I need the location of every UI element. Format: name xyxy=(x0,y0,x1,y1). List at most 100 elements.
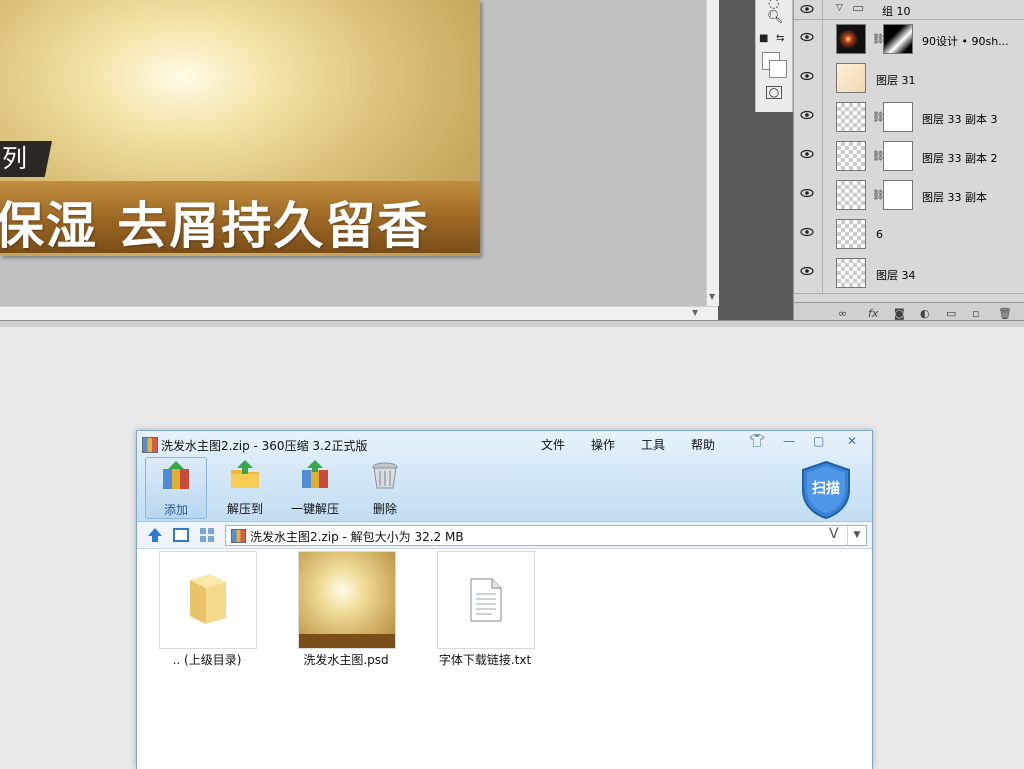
up-arrow-icon[interactable] xyxy=(147,527,163,543)
layer-thumbnail xyxy=(836,219,866,249)
eye-icon[interactable] xyxy=(800,188,814,198)
vertical-scrollbar[interactable]: ▼ xyxy=(706,0,719,306)
eye-icon[interactable] xyxy=(800,266,814,276)
address-field[interactable]: 洗发水主图2.zip - 解包大小为 32.2 MB V ▼ xyxy=(225,525,867,546)
folder-icon xyxy=(190,574,226,624)
delete-icon xyxy=(372,462,398,489)
layer-thumbnail xyxy=(836,180,866,210)
layer-thumbnail xyxy=(836,24,866,54)
scroll-right-icon[interactable]: ▼ xyxy=(692,308,698,317)
address-suffix: V xyxy=(829,526,839,542)
trash-icon[interactable]: 🗑︎ xyxy=(998,307,1012,320)
layer-thumbnail xyxy=(836,102,866,132)
one-click-extract-icon xyxy=(302,460,328,488)
expand-triangle-icon[interactable]: ▽ xyxy=(836,3,843,13)
layer-row[interactable]: 图层 31 xyxy=(794,59,1024,99)
mask-thumbnail[interactable] xyxy=(883,102,913,132)
file-name: .. (上级目录) xyxy=(172,653,242,667)
address-bar: 洗发水主图2.zip - 解包大小为 32.2 MB V ▼ xyxy=(137,522,872,549)
eye-icon[interactable] xyxy=(800,71,814,81)
psd-thumbnail xyxy=(298,551,396,649)
layer-row[interactable]: ⛓ 图层 33 副本 3 xyxy=(794,98,1024,138)
one-click-extract-button[interactable]: 一键解压 xyxy=(285,457,345,517)
layer-name: 图层 33 副本 2 xyxy=(922,152,998,165)
mask-thumbnail[interactable] xyxy=(883,141,913,171)
zoom-icon[interactable]: 🔍︎ xyxy=(767,10,784,25)
layer-thumbnail xyxy=(836,258,866,288)
ps-bottom-border xyxy=(0,320,1024,327)
layer-name: 组 10 xyxy=(882,5,911,18)
eye-icon[interactable] xyxy=(800,32,814,42)
scroll-down-icon[interactable]: ▼ xyxy=(709,292,715,301)
fx-icon[interactable]: fx xyxy=(868,307,878,320)
mask-icon[interactable]: ◙ xyxy=(894,307,905,320)
canvas-tag: 列 xyxy=(0,141,52,177)
menu-tools[interactable]: 工具 xyxy=(641,436,665,453)
canvas-slogan: 保湿 去屑持久留香 xyxy=(0,197,430,255)
mask-thumbnail[interactable] xyxy=(883,180,913,210)
horizontal-scrollbar[interactable]: ▼ xyxy=(0,306,718,321)
layer-name: 90设计 • 90sh... xyxy=(922,35,1009,48)
layer-row[interactable]: ⛓ 图层 33 副本 xyxy=(794,176,1024,216)
scan-label: 扫描 xyxy=(812,481,840,497)
layer-name: 图层 33 副本 3 xyxy=(922,113,998,126)
new-layer-icon[interactable]: ▫ xyxy=(972,307,979,320)
layer-row[interactable]: ⛓ 90设计 • 90sh... xyxy=(794,20,1024,60)
extract-to-icon xyxy=(231,460,259,488)
eye-icon[interactable] xyxy=(800,4,814,14)
delete-button[interactable]: 删除 xyxy=(355,457,415,517)
file-thumbnail xyxy=(159,551,257,649)
scan-button[interactable]: 扫描 xyxy=(799,460,853,520)
large-icon-view-icon[interactable] xyxy=(173,527,189,543)
layer-name: 图层 33 副本 xyxy=(922,191,987,204)
add-label: 添加 xyxy=(163,503,188,517)
menu-operation[interactable]: 操作 xyxy=(591,436,615,453)
photoshop-window: 列 保湿 去屑持久留香 ▼ ▼ ◌ 🔍︎ ■ ⇆ ○ ▽ ▭ 组 10 ⛓ 90… xyxy=(0,0,1024,327)
text-file-icon xyxy=(470,578,502,622)
quick-mask-icon[interactable]: ○ xyxy=(766,86,782,99)
window-title: 洗发水主图2.zip - 360压缩 3.2正式版 xyxy=(161,439,368,453)
eye-icon[interactable] xyxy=(800,149,814,159)
adjustment-icon[interactable]: ◐ xyxy=(920,307,930,320)
address-text: 洗发水主图2.zip - 解包大小为 32.2 MB xyxy=(250,530,464,544)
default-colors-icon[interactable]: ■ xyxy=(759,33,768,44)
maximize-button[interactable]: ▢ xyxy=(813,434,824,448)
file-thumbnail xyxy=(437,551,535,649)
file-item[interactable]: .. (上级目录) xyxy=(137,551,277,671)
layer-thumbnail xyxy=(836,63,866,93)
chevron-down-icon[interactable]: ▼ xyxy=(847,526,866,545)
grid-view-icon[interactable] xyxy=(199,527,215,543)
file-item[interactable]: 洗发水主图.psd xyxy=(276,551,416,671)
folder-icon: ▭ xyxy=(852,1,865,16)
layer-group-row[interactable]: ▽ ▭ 组 10 xyxy=(794,0,1024,20)
canvas-area[interactable]: 列 保湿 去屑持久留香 xyxy=(0,0,706,306)
file-name: 洗发水主图.psd xyxy=(303,653,389,667)
layer-row[interactable]: 6 xyxy=(794,215,1024,255)
layer-thumbnail xyxy=(836,141,866,171)
layer-row[interactable]: ⛓ 图层 33 副本 2 xyxy=(794,137,1024,177)
layer-name: 图层 34 xyxy=(876,269,916,282)
mask-thumbnail[interactable] xyxy=(883,24,913,54)
link-icon[interactable]: ∞ xyxy=(838,307,847,320)
eye-icon[interactable] xyxy=(800,227,814,237)
background-color-swatch[interactable] xyxy=(769,60,787,78)
thumbnail-band xyxy=(299,634,395,648)
extract-to-label: 解压到 xyxy=(226,502,263,516)
add-button[interactable]: 添加 xyxy=(145,457,207,519)
document-canvas[interactable]: 列 保湿 去屑持久留香 xyxy=(0,0,480,256)
delete-label: 删除 xyxy=(372,502,397,516)
menu-file[interactable]: 文件 xyxy=(541,436,565,453)
swap-colors-icon[interactable]: ⇆ xyxy=(776,33,784,44)
minimize-button[interactable]: — xyxy=(783,434,795,448)
layer-row[interactable]: 图层 34 xyxy=(794,254,1024,294)
file-item[interactable]: 字体下载链接.txt xyxy=(415,551,555,671)
eye-icon[interactable] xyxy=(800,110,814,120)
extract-to-button[interactable]: 解压到 xyxy=(215,457,275,517)
folder-icon[interactable]: ▭ xyxy=(946,307,956,320)
archive-window: 洗发水主图2.zip - 360压缩 3.2正式版 文件 操作 工具 帮助 👕︎… xyxy=(136,430,873,769)
archive-header: 洗发水主图2.zip - 360压缩 3.2正式版 文件 操作 工具 帮助 👕︎… xyxy=(137,431,872,522)
menu-help[interactable]: 帮助 xyxy=(691,436,715,453)
close-button[interactable]: ✕ xyxy=(847,434,857,448)
add-archive-icon xyxy=(163,461,189,489)
skin-icon[interactable]: 👕︎ xyxy=(749,434,766,449)
